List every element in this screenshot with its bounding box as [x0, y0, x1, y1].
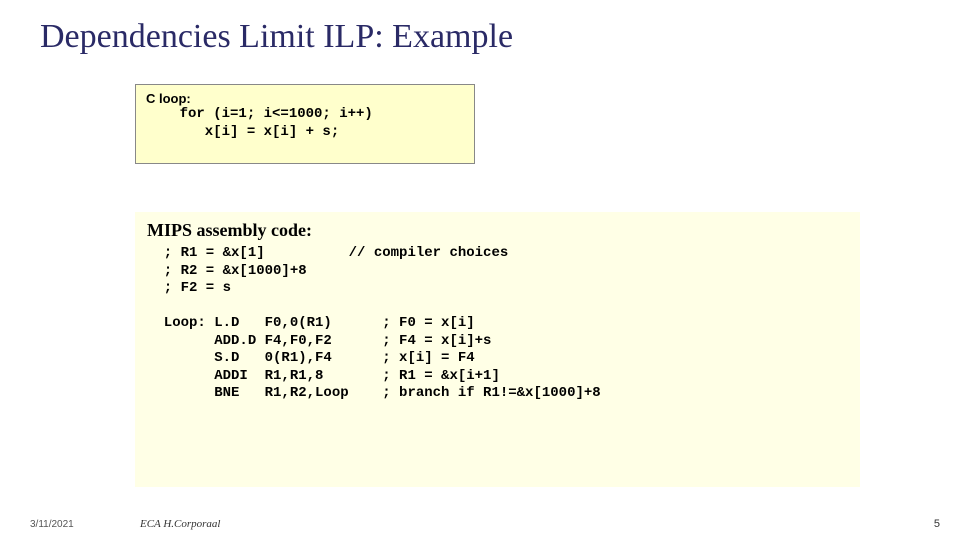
c-loop-label: C loop: — [146, 91, 464, 106]
slide-title: Dependencies Limit ILP: Example — [40, 18, 513, 56]
footer-page-number: 5 — [934, 518, 940, 530]
c-loop-code: for (i=1; i<=1000; i++) x[i] = x[i] + s; — [146, 106, 464, 141]
footer-author: ECA H.Corporaal — [140, 518, 220, 530]
mips-box: MIPS assembly code: ; R1 = &x[1] // comp… — [135, 212, 860, 487]
mips-label: MIPS assembly code: — [147, 220, 848, 241]
footer-date: 3/11/2021 — [30, 519, 74, 530]
c-loop-box: C loop: for (i=1; i<=1000; i++) x[i] = x… — [135, 84, 475, 164]
mips-code: ; R1 = &x[1] // compiler choices ; R2 = … — [147, 245, 848, 403]
